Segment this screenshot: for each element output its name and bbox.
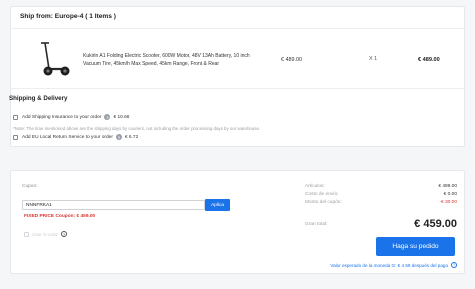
g-code-label: Usar G-code — [32, 231, 59, 237]
shipping-insurance-option[interactable]: Add Shipping Insurance to your order ? €… — [13, 114, 129, 120]
product-row: Kukirin A1 Folding Electric Scooter, 600… — [11, 29, 464, 89]
shipping-note: *Note: The time mentioned above are the … — [13, 126, 261, 131]
product-quantity: X 1 — [369, 56, 378, 62]
ship-from-header: Ship from: Europe-4 ( 1 Items ) — [11, 7, 464, 29]
checkout-card — [10, 170, 465, 274]
grand-total-label: Gran total: — [305, 222, 328, 227]
shipping-insurance-checkbox[interactable] — [13, 114, 18, 120]
shipping-delivery-title: Shipping & Delivery — [9, 95, 68, 102]
coupon-amount-label: Monto del cupón: — [305, 200, 342, 205]
coupon-input[interactable] — [22, 200, 205, 210]
g-currency-text: Valor esperado de la moneda G: € 4.59 de… — [330, 262, 448, 268]
g-code-option[interactable]: Usar G-code ? — [24, 231, 68, 237]
return-service-label: Add EU Local Return Service to your orde… — [22, 134, 113, 140]
return-service-option[interactable]: Add EU Local Return Service to your orde… — [13, 134, 138, 140]
coupon-status: FIXED PRICE Coupon: € 459.00 — [24, 214, 96, 219]
return-service-checkbox[interactable] — [13, 134, 18, 140]
return-service-price: € 6.72 — [124, 134, 139, 140]
scooter-product-image[interactable] — [33, 39, 73, 79]
apply-coupon-button[interactable]: Aplica — [205, 199, 230, 211]
help-icon[interactable]: ? — [104, 114, 111, 120]
g-currency-note[interactable]: Valor esperado de la moneda G: € 4.59 de… — [330, 262, 457, 268]
question-icon[interactable]: ? — [61, 231, 68, 237]
items-label: Articulos: — [305, 184, 325, 189]
g-code-checkbox[interactable] — [24, 231, 29, 237]
grand-total-value: € 459.00 — [414, 218, 457, 230]
product-unit-price: € 489.00 — [281, 57, 302, 63]
coupon-label: Cupon: — [22, 184, 38, 189]
product-name[interactable]: Kukirin A1 Folding Electric Scooter, 600… — [83, 52, 268, 68]
shipping-insurance-price: € 10.66 — [113, 114, 130, 120]
items-value: € 489.00 — [438, 184, 457, 189]
shipping-cost-value: € 0.00 — [443, 192, 457, 197]
shipping-insurance-label: Add Shipping Insurance to your order — [22, 114, 102, 120]
coupon-amount-value: -€ 30.00 — [439, 200, 457, 205]
product-subtotal: € 489.00 — [418, 57, 440, 63]
shipping-cost-label: Costo de envío: — [305, 192, 339, 197]
help-icon[interactable]: ? — [115, 134, 122, 140]
place-order-button[interactable]: Haga su pedido — [376, 237, 455, 256]
info-icon[interactable]: ? — [451, 262, 457, 268]
